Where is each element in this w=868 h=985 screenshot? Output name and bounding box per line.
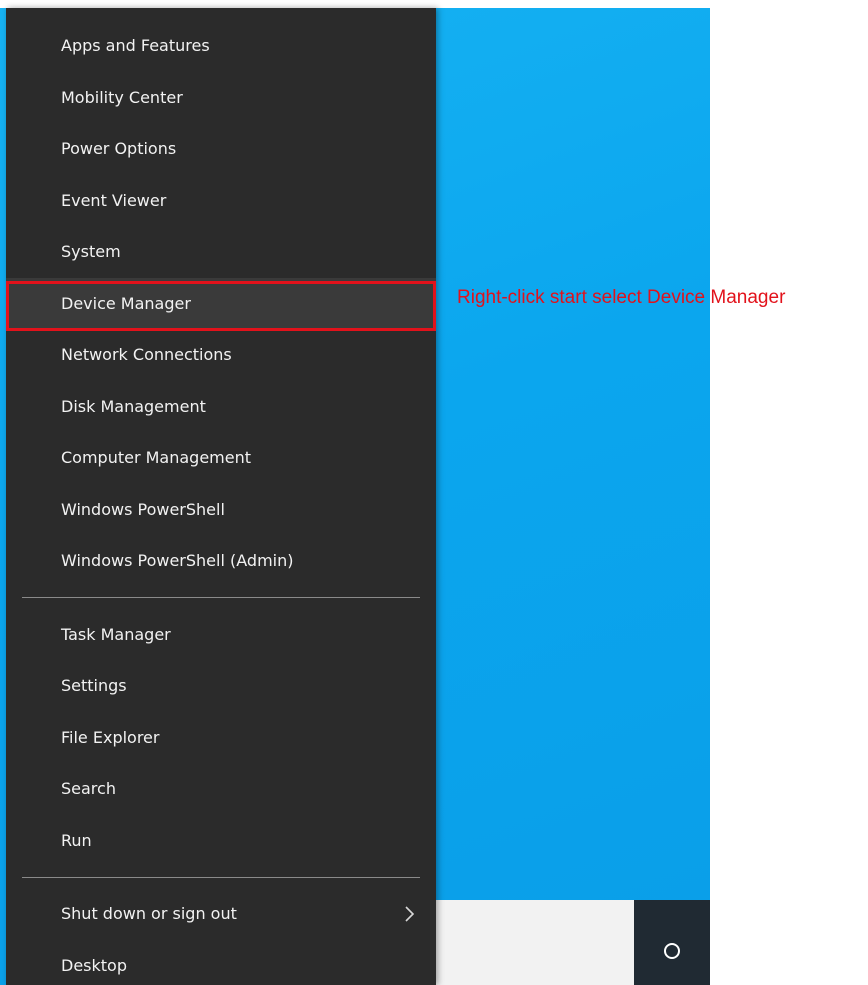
menu-item-label: Computer Management bbox=[61, 448, 252, 468]
cortana-button[interactable] bbox=[646, 928, 698, 974]
menu-item-label: Event Viewer bbox=[61, 190, 167, 210]
taskbar-search-box[interactable] bbox=[436, 900, 634, 985]
menu-item-label: Device Manager bbox=[61, 293, 191, 313]
menu-item-label: Task Manager bbox=[61, 624, 171, 644]
menu-item-label: File Explorer bbox=[61, 727, 160, 747]
menu-item-label: Search bbox=[61, 779, 116, 799]
menu-item-label: Shut down or sign out bbox=[61, 904, 237, 924]
top-strip bbox=[0, 0, 710, 8]
menu-item-label: Apps and Features bbox=[61, 36, 210, 56]
power-user-menu: Apps and Features Mobility Center Power … bbox=[6, 8, 436, 985]
menu-item-windows-powershell[interactable]: Windows PowerShell bbox=[6, 484, 436, 536]
cortana-ring-icon bbox=[664, 943, 680, 959]
menu-item-power-options[interactable]: Power Options bbox=[6, 123, 436, 175]
menu-item-disk-management[interactable]: Disk Management bbox=[6, 381, 436, 433]
menu-item-file-explorer[interactable]: File Explorer bbox=[6, 712, 436, 764]
menu-item-settings[interactable]: Settings bbox=[6, 660, 436, 712]
menu-item-task-manager[interactable]: Task Manager bbox=[6, 609, 436, 661]
menu-item-label: Disk Management bbox=[61, 396, 206, 416]
chevron-right-icon bbox=[405, 906, 415, 922]
menu-item-label: Power Options bbox=[61, 139, 177, 159]
menu-item-run[interactable]: Run bbox=[6, 815, 436, 867]
menu-item-label: Windows PowerShell (Admin) bbox=[61, 551, 294, 571]
menu-item-network-connections[interactable]: Network Connections bbox=[6, 329, 436, 381]
menu-separator bbox=[6, 866, 436, 888]
separator-line bbox=[22, 876, 420, 878]
separator-line bbox=[22, 597, 420, 598]
menu-item-label: Settings bbox=[61, 676, 127, 696]
menu-item-windows-powershell-admin[interactable]: Windows PowerShell (Admin) bbox=[6, 535, 436, 587]
menu-item-desktop[interactable]: Desktop bbox=[6, 940, 436, 985]
menu-item-label: Windows PowerShell bbox=[61, 499, 225, 519]
menu-item-label: System bbox=[61, 242, 121, 262]
menu-item-label: Run bbox=[61, 830, 92, 850]
menu-item-device-manager[interactable]: Device Manager bbox=[6, 277, 436, 329]
menu-list: Apps and Features Mobility Center Power … bbox=[6, 20, 436, 985]
menu-item-apps-and-features[interactable]: Apps and Features bbox=[6, 20, 436, 72]
menu-item-shut-down-or-sign-out[interactable]: Shut down or sign out bbox=[6, 888, 436, 940]
screen: Apps and Features Mobility Center Power … bbox=[0, 0, 868, 985]
menu-separator bbox=[6, 587, 436, 609]
menu-item-event-viewer[interactable]: Event Viewer bbox=[6, 175, 436, 227]
menu-item-label: Desktop bbox=[61, 955, 127, 975]
menu-item-computer-management[interactable]: Computer Management bbox=[6, 432, 436, 484]
menu-item-label: Network Connections bbox=[61, 345, 232, 365]
menu-item-search[interactable]: Search bbox=[6, 763, 436, 815]
menu-item-system[interactable]: System bbox=[6, 226, 436, 278]
menu-item-mobility-center[interactable]: Mobility Center bbox=[6, 72, 436, 124]
menu-item-label: Mobility Center bbox=[61, 87, 183, 107]
annotation-text: Right-click start select Device Manager bbox=[457, 287, 786, 308]
